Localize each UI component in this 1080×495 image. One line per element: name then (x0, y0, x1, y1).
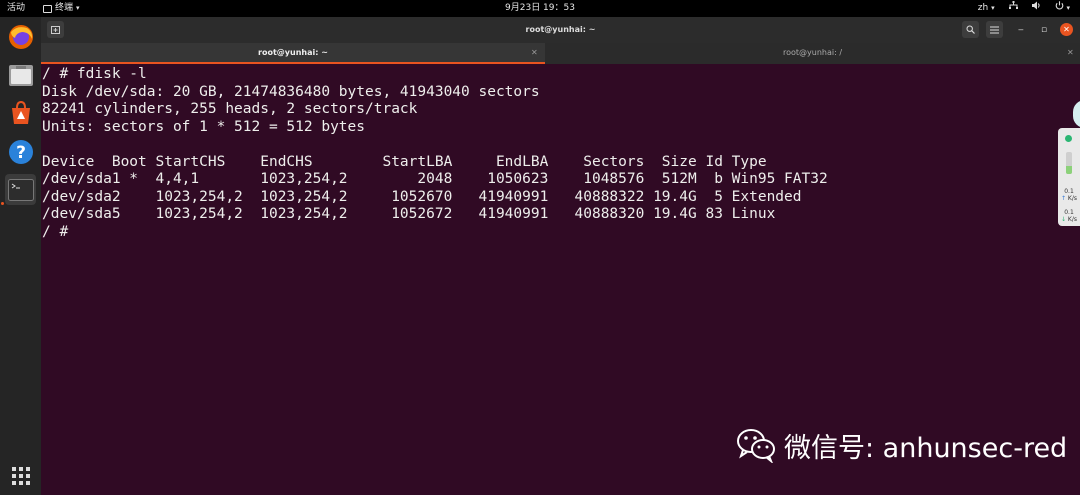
firefox-icon[interactable] (5, 21, 36, 52)
terminal-line: / # fdisk -l (42, 66, 147, 82)
terminal-line: /dev/sda2 1023,254,2 1023,254,2 1052670 … (42, 188, 802, 205)
minimize-button[interactable]: ‒ (1018, 17, 1024, 43)
status-dot (1065, 135, 1072, 142)
tab-label: root@yunhai: / (782, 48, 843, 57)
window-header: root@yunhai: ~ ‒ ▫ ✕ (41, 17, 1080, 43)
arrow-up-icon: ↑ (1060, 195, 1066, 202)
terminal-text: / # fdisk -l Disk /dev/sda: 20 GB, 21474… (42, 66, 828, 241)
tab-bar: root@yunhai: ~ ✕ root@yunhai: / ✕ (41, 43, 1080, 64)
software-icon[interactable] (5, 97, 36, 128)
power-icon[interactable]: ▾ (1055, 0, 1070, 17)
search-button[interactable] (962, 21, 979, 38)
terminal-icon[interactable] (5, 174, 36, 205)
download-speed: 0.1 ↓ K/s (1058, 209, 1080, 223)
wechat-icon (737, 429, 775, 463)
volume-icon[interactable] (1031, 0, 1041, 17)
files-icon[interactable] (5, 59, 36, 90)
terminal-line: Disk /dev/sda: 20 GB, 21474836480 bytes,… (42, 83, 540, 100)
system-tray: zh ▾ ▾ (978, 0, 1070, 17)
upload-unit: K/s (1067, 195, 1078, 202)
usage-bar (1066, 152, 1072, 174)
window-title: root@yunhai: ~ (525, 25, 596, 34)
terminal-line: / # (42, 223, 69, 240)
top-bar: 活动 终端 ▾ 9月23日 19：53 zh ▾ ▾ (0, 0, 1080, 17)
dock: ? (0, 17, 41, 495)
input-method-label: zh (977, 3, 989, 13)
upload-value: 0.1 (1064, 188, 1074, 195)
download-value: 0.1 (1064, 209, 1074, 216)
close-icon[interactable]: ✕ (531, 43, 538, 62)
input-method[interactable]: zh ▾ (978, 0, 995, 17)
running-indicator (1, 202, 4, 205)
chevron-down-icon: ▾ (1066, 4, 1070, 12)
network-monitor-widget[interactable]: 0.1 ↑ K/s 0.1 ↓ K/s (1058, 128, 1080, 226)
tab-root-home[interactable]: root@yunhai: ~ ✕ (41, 43, 545, 64)
arrow-down-icon: ↓ (1060, 216, 1066, 223)
terminal-line: 82241 cylinders, 255 heads, 2 sectors/tr… (42, 101, 418, 117)
clock[interactable]: 9月23日 19：53 (0, 0, 1080, 17)
watermark: 微信号: anhunsec-red (736, 425, 1067, 465)
tab-root-slash[interactable]: root@yunhai: / ✕ (545, 43, 1080, 64)
watermark-text: 微信号: anhunsec-red (784, 432, 1068, 464)
tab-label: root@yunhai: ~ (258, 48, 328, 57)
chevron-down-icon: ▾ (991, 4, 995, 12)
svg-text:?: ? (16, 143, 26, 163)
apps-grid-icon[interactable] (11, 466, 31, 486)
hamburger-menu-button[interactable] (986, 21, 1003, 38)
close-button[interactable]: ✕ (1060, 23, 1073, 36)
terminal-line: /dev/sda5 1023,254,2 1023,254,2 1052672 … (42, 206, 776, 222)
usage-bar-fill (1066, 166, 1072, 174)
network-icon[interactable] (1008, 0, 1018, 17)
help-icon[interactable]: ? (5, 136, 36, 167)
maximize-button[interactable]: ▫ (1041, 17, 1047, 43)
close-icon[interactable]: ✕ (1067, 43, 1074, 62)
download-unit: K/s (1067, 216, 1078, 223)
terminal-line: Units: sectors of 1 * 512 = 512 bytes (42, 118, 366, 135)
upload-speed: 0.1 ↑ K/s (1058, 188, 1080, 202)
terminal-line: /dev/sda1 * 4,4,1 1023,254,2 2048 105062… (42, 171, 828, 187)
terminal-line: Device Boot StartCHS EndCHS StartLBA End… (42, 153, 767, 170)
